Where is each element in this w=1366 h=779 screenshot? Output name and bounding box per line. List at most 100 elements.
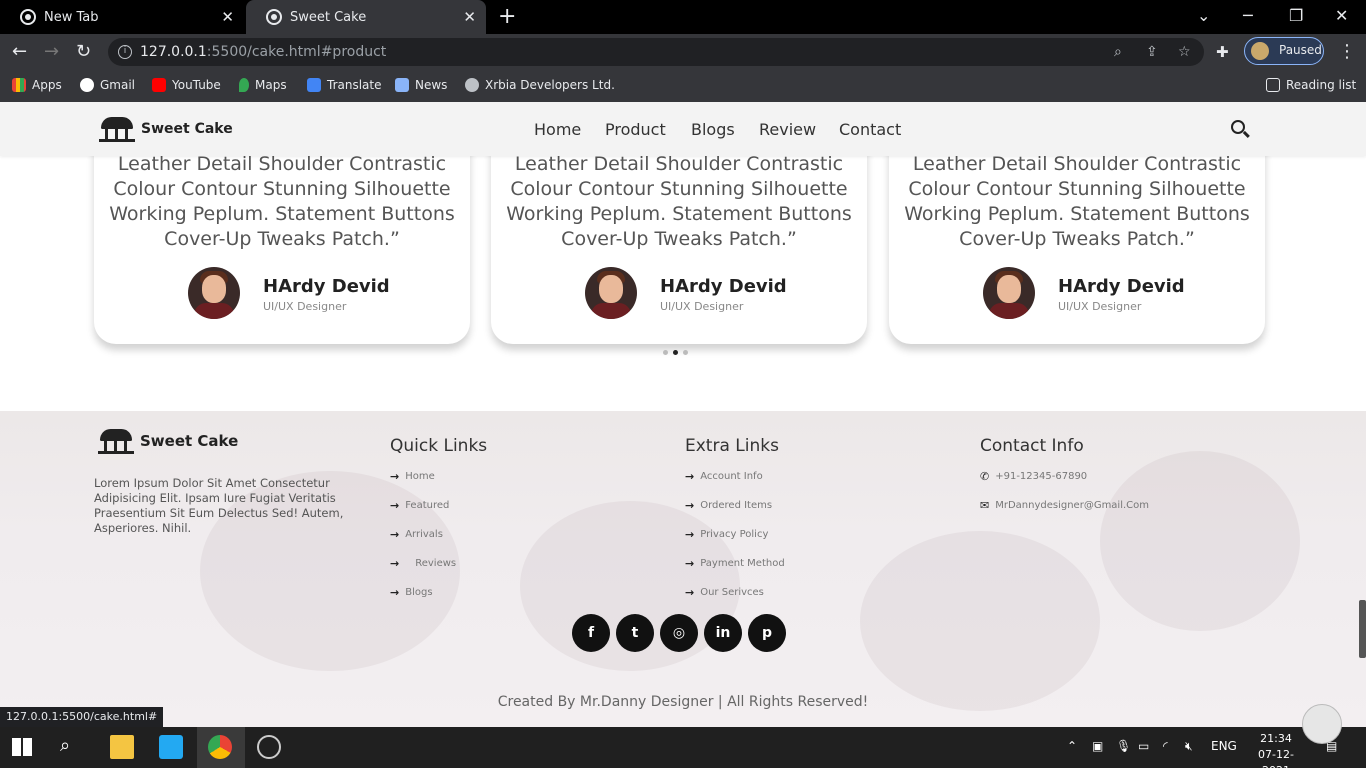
extra-links-heading: Extra Links xyxy=(685,436,779,456)
footer-link-blogs[interactable]: → Blogs xyxy=(390,586,433,599)
youtube-icon xyxy=(152,78,166,92)
footer-logo[interactable]: Sweet Cake xyxy=(98,427,238,455)
nav-home[interactable]: Home xyxy=(534,120,581,139)
nav-review[interactable]: Review xyxy=(759,120,816,139)
link-label: Blogs xyxy=(405,587,433,598)
footer-link-home[interactable]: → Home xyxy=(390,470,435,483)
review-quote: Leather Detail Shoulder Contrastic Colou… xyxy=(506,153,852,250)
site-logo[interactable]: Sweet Cake xyxy=(99,115,233,143)
link-label: Home xyxy=(405,471,435,482)
nav-product[interactable]: Product xyxy=(605,120,666,139)
back-button[interactable]: ← xyxy=(12,41,27,62)
bookmark-maps[interactable]: Maps xyxy=(239,78,287,92)
quick-links-heading: Quick Links xyxy=(390,436,488,456)
arrow-right-icon: → xyxy=(685,470,695,483)
vscode-icon[interactable] xyxy=(159,735,183,759)
minimize-button[interactable]: ─ xyxy=(1243,6,1253,25)
bookmark-news[interactable]: News xyxy=(395,78,447,92)
reviewer-role: UI/UX Designer xyxy=(263,300,347,313)
instagram-icon[interactable]: ◎ xyxy=(660,614,698,652)
reload-button[interactable]: ↻ xyxy=(76,41,91,62)
info-icon[interactable]: i xyxy=(118,45,132,59)
avatar xyxy=(1251,42,1269,60)
site-footer: Sweet Cake Lorem Ipsum Dolor Sit Amet Co… xyxy=(0,411,1366,727)
bookmark-apps[interactable]: Apps xyxy=(12,78,62,92)
nav-blogs[interactable]: Blogs xyxy=(691,120,735,139)
link-label: Reviews xyxy=(415,558,457,569)
footer-link-privacy-policy[interactable]: → Privacy Policy xyxy=(685,528,768,541)
battery-icon[interactable]: ▭ xyxy=(1138,739,1149,753)
search-icon[interactable]: ⌕ xyxy=(60,735,84,759)
footer-phone[interactable]: ✆ +91-12345-67890 xyxy=(980,470,1087,483)
file-explorer-icon[interactable] xyxy=(110,735,134,759)
bookmark-label: Maps xyxy=(255,78,287,92)
footer-link-our-services[interactable]: → Our Serivces xyxy=(685,586,764,599)
new-tab-button[interactable]: + xyxy=(498,4,516,29)
page-viewport: Sweet Cake Home Product Blogs Review Con… xyxy=(0,102,1366,727)
footer-link-payment-method[interactable]: → Payment Method xyxy=(685,557,785,570)
pagination-dot[interactable] xyxy=(683,350,688,355)
bookmark-youtube[interactable]: YouTube xyxy=(152,78,221,92)
close-window-button[interactable]: ✕ xyxy=(1335,6,1348,25)
wifi-icon[interactable]: ◜ xyxy=(1163,739,1168,753)
footer-link-featured[interactable]: → Featured xyxy=(390,499,449,512)
link-label: Payment Method xyxy=(700,558,785,569)
reading-list-button[interactable]: Reading list xyxy=(1266,78,1356,92)
facebook-icon[interactable]: f xyxy=(572,614,610,652)
pinterest-icon[interactable]: p xyxy=(748,614,786,652)
nav-contact[interactable]: Contact xyxy=(839,120,901,139)
microphone-icon[interactable]: 🎙︎ xyxy=(1116,739,1131,753)
close-icon[interactable]: ✕ xyxy=(463,8,476,26)
forward-button[interactable]: → xyxy=(44,41,59,62)
bookmark-gmail[interactable]: Gmail xyxy=(80,78,135,92)
site-header: Sweet Cake Home Product Blogs Review Con… xyxy=(0,102,1366,156)
address-bar[interactable]: i 127.0.0.1:5500/cake.html#product ⌕ ⇪ ☆ xyxy=(108,38,1204,66)
status-bar-url: 127.0.0.1:5500/cake.html# xyxy=(0,707,164,727)
reading-list-icon xyxy=(1266,78,1280,92)
footer-link-account-info[interactable]: → Account Info xyxy=(685,470,763,483)
extensions-icon[interactable]: ✚ xyxy=(1216,43,1229,61)
footer-link-arrivals[interactable]: → Arrivals xyxy=(390,528,443,541)
reviewer-role: UI/UX Designer xyxy=(1058,300,1142,313)
footer-link-ordered-items[interactable]: → Ordered Items xyxy=(685,499,772,512)
meet-now-icon[interactable]: ▣ xyxy=(1092,739,1103,753)
obs-icon[interactable] xyxy=(257,735,281,759)
chevron-down-icon[interactable]: ⌄ xyxy=(1197,6,1210,25)
linkedin-icon[interactable]: in xyxy=(704,614,742,652)
restore-button[interactable]: ❐ xyxy=(1289,6,1303,25)
profile-button[interactable]: Paused xyxy=(1244,37,1324,65)
twitter-icon[interactable]: t xyxy=(616,614,654,652)
footer-email[interactable]: ✉ MrDannydesigner@Gmail.Com xyxy=(980,499,1149,512)
zoom-icon[interactable]: ⌕ xyxy=(1114,38,1122,66)
arrow-right-icon: → xyxy=(390,557,400,570)
windows-start-icon[interactable] xyxy=(12,738,32,756)
footer-link-reviews[interactable]: → Reviews xyxy=(390,557,456,570)
close-icon[interactable]: ✕ xyxy=(221,8,234,26)
cake-stand-icon xyxy=(98,427,134,455)
pagination-dot[interactable] xyxy=(663,350,668,355)
share-icon[interactable]: ⇪ xyxy=(1146,38,1158,66)
pagination-dot[interactable] xyxy=(673,350,678,355)
arrow-right-icon: → xyxy=(685,557,695,570)
tab-title: Sweet Cake xyxy=(290,9,367,25)
bookmark-label: Gmail xyxy=(100,78,136,92)
chrome-icon[interactable] xyxy=(208,735,232,759)
star-icon[interactable]: ☆ xyxy=(1178,38,1191,66)
page-scrollbar[interactable] xyxy=(1359,600,1366,658)
arrow-right-icon: → xyxy=(390,586,400,599)
speaker-muted-icon[interactable]: 🔇︎ xyxy=(1185,739,1193,754)
globe-icon xyxy=(266,9,282,25)
tab-sweet-cake[interactable]: Sweet Cake ✕ xyxy=(246,0,486,34)
taskbar-clock[interactable]: 21:34 07-12-2021 xyxy=(1246,731,1306,779)
bookmark-xrbia[interactable]: Xrbia Developers Ltd. xyxy=(465,78,615,92)
search-icon[interactable] xyxy=(1231,120,1245,134)
tab-new-tab[interactable]: New Tab ✕ xyxy=(0,0,244,34)
globe-icon xyxy=(465,78,479,92)
bookmark-label: Apps xyxy=(32,78,62,92)
contact-info-heading: Contact Info xyxy=(980,436,1084,456)
maps-pin-icon xyxy=(239,78,249,92)
chevron-up-icon[interactable]: ⌃ xyxy=(1067,739,1077,753)
menu-icon[interactable]: ⋮ xyxy=(1338,41,1356,62)
bookmark-translate[interactable]: Translate xyxy=(307,78,382,92)
language-indicator[interactable]: ENG xyxy=(1211,739,1237,753)
